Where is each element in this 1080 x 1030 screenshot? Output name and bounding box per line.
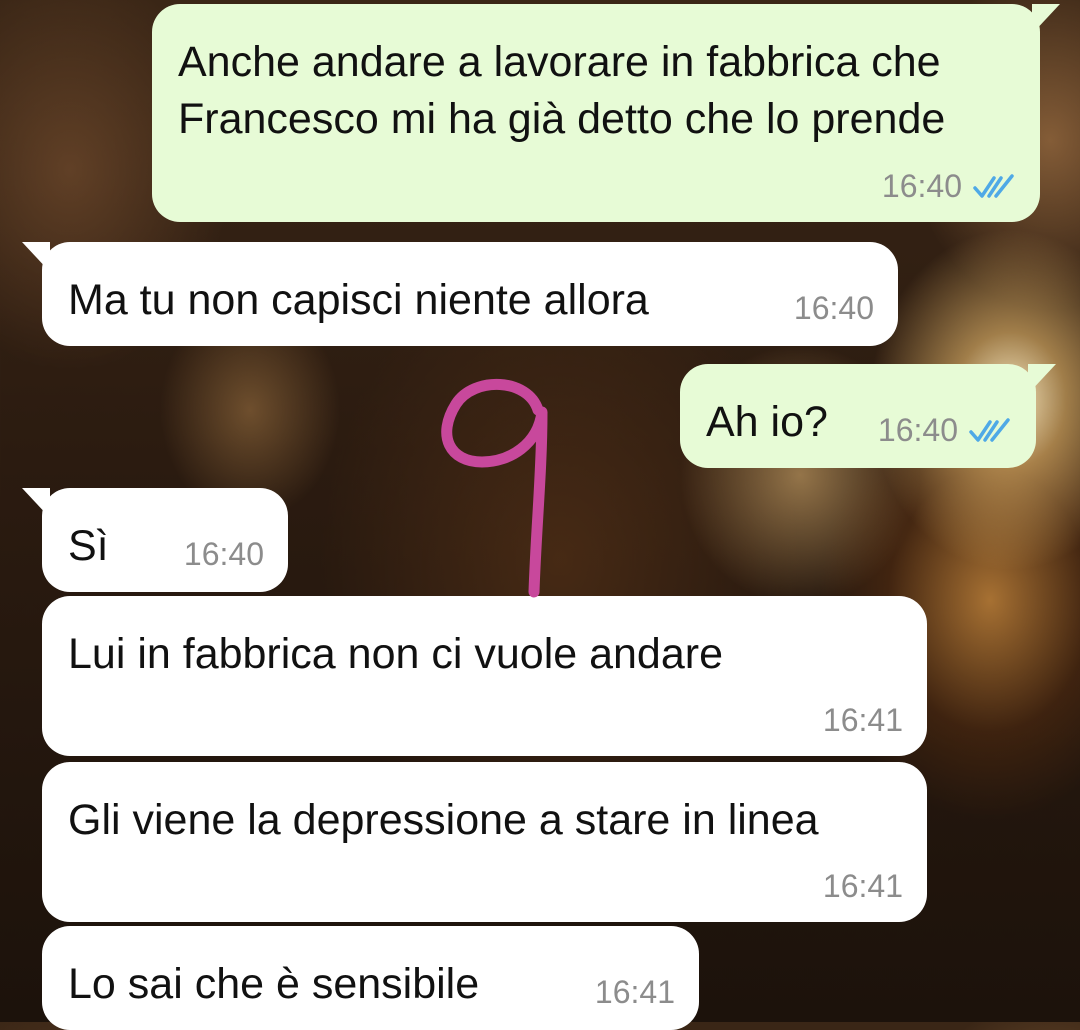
double-check-read-icon	[968, 416, 1012, 444]
message-time: 16:40	[877, 412, 958, 448]
message-meta: 16:40	[794, 290, 874, 326]
message-bubble-outgoing[interactable]: Anche andare a lavorare in fabbrica che …	[152, 4, 1060, 222]
message-text: Lui in fabbrica non ci vuole andare	[68, 630, 723, 678]
message-text: Anche andare a lavorare in fabbrica che …	[178, 38, 953, 143]
message-bubble-incoming[interactable]: Ma tu non capisci niente allora 16:40	[22, 242, 898, 346]
message-bubble-incoming[interactable]: Lo sai che è sensibile 16:41	[42, 926, 699, 1030]
message-time: 16:41	[822, 702, 903, 738]
double-check-read-icon	[972, 172, 1016, 200]
handwritten-number-doodle	[441, 378, 548, 598]
message-time: 16:41	[822, 868, 903, 904]
message-text: Ma tu non capisci niente allora	[68, 276, 649, 324]
message-time: 16:41	[594, 974, 675, 1010]
message-time: 16:40	[183, 536, 264, 572]
message-meta: 16:40	[882, 168, 1016, 204]
message-bubble-incoming[interactable]: Gli viene la depressione a stare in line…	[42, 762, 927, 922]
message-meta: 16:41	[823, 702, 903, 738]
message-bubble-incoming[interactable]: Lui in fabbrica non ci vuole andare 16:4…	[42, 596, 927, 756]
message-meta: 16:41	[595, 974, 675, 1010]
message-bubble-outgoing[interactable]: Ah io? 16:40	[680, 364, 1056, 468]
message-meta: 16:41	[823, 868, 903, 904]
message-meta: 16:40	[878, 412, 1012, 448]
message-text: Gli viene la depressione a stare in line…	[68, 796, 819, 844]
message-text: Lo sai che è sensibile	[68, 960, 480, 1008]
message-meta: 16:40	[184, 536, 264, 572]
message-time: 16:40	[881, 168, 962, 204]
message-bubble-incoming[interactable]: Sì 16:40	[22, 488, 288, 592]
message-time: 16:40	[793, 290, 874, 326]
